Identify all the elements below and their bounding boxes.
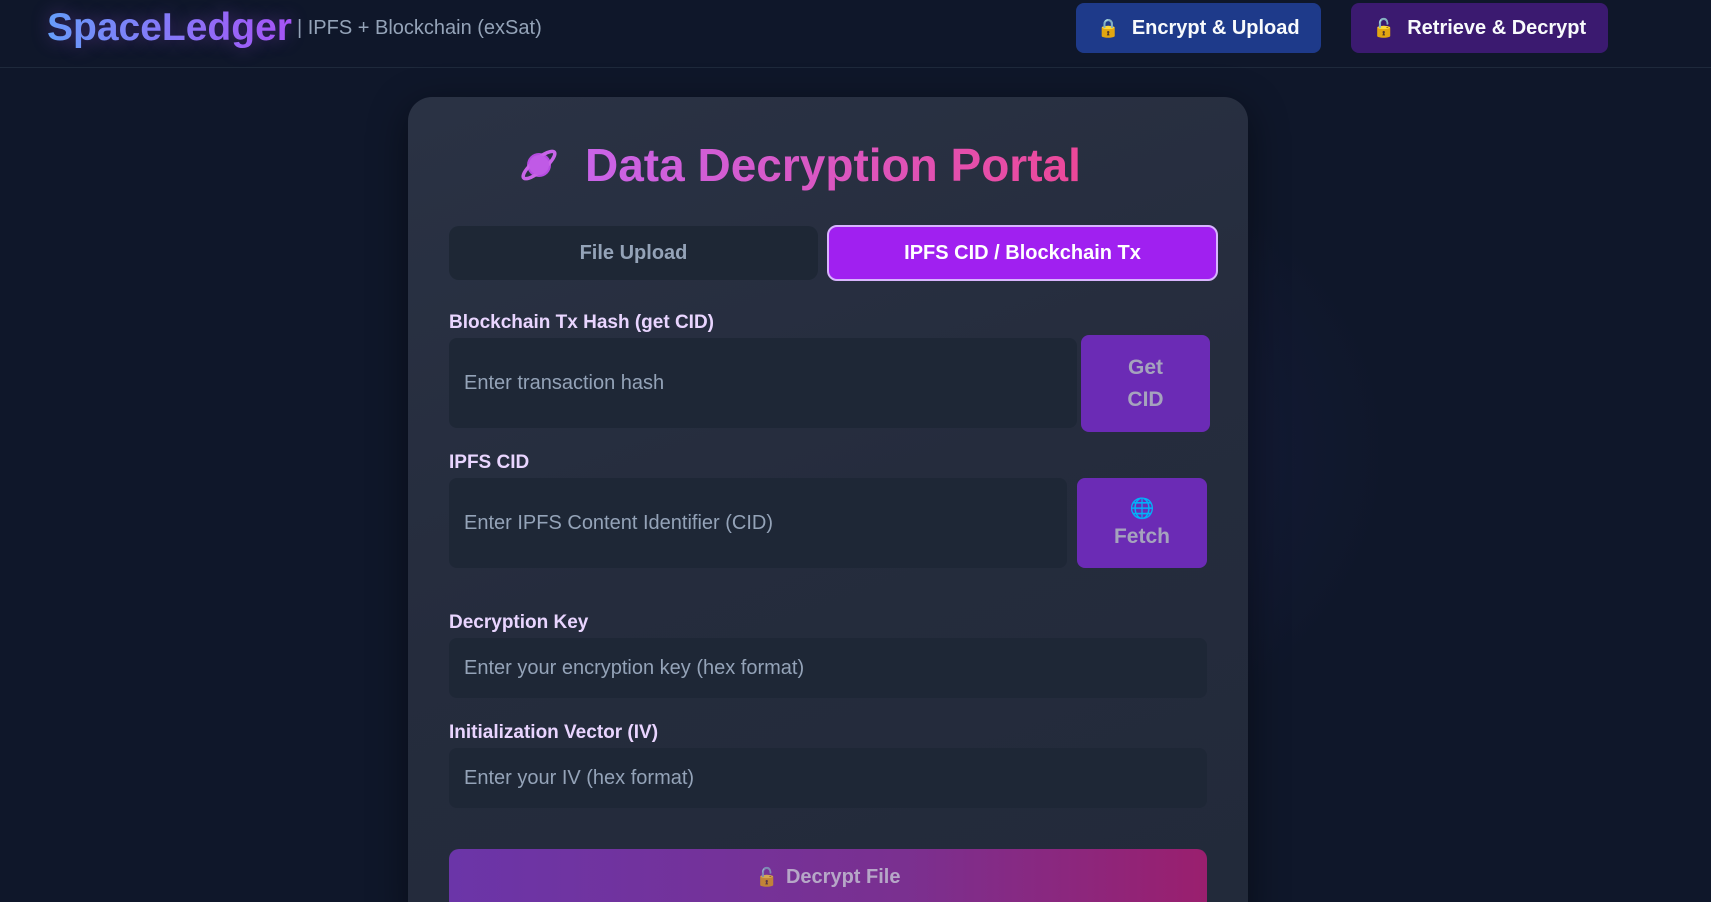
get-cid-label-line1: Get bbox=[1127, 355, 1163, 379]
decrypt-file-label: Decrypt File bbox=[785, 865, 901, 888]
fetch-label: Fetch bbox=[1113, 525, 1170, 548]
iv-input[interactable] bbox=[449, 748, 1207, 808]
decrypt-file-button[interactable]: 🔓 Decrypt File bbox=[449, 849, 1207, 902]
encrypt-upload-nav-button[interactable]: 🔒 Encrypt & Upload bbox=[1076, 3, 1321, 53]
tab-ipfs-cid-blockchain-tx[interactable]: IPFS CID / Blockchain Tx bbox=[827, 225, 1218, 281]
iv-label: Initialization Vector (IV) bbox=[449, 722, 659, 743]
brand-logo[interactable]: SpaceLedger bbox=[47, 5, 292, 51]
decryption-key-label: Decryption Key bbox=[449, 612, 589, 633]
globe-icon: 🌐 bbox=[1129, 498, 1155, 520]
get-cid-button[interactable]: Get CID bbox=[1081, 335, 1210, 432]
tx-hash-label: Blockchain Tx Hash (get CID) bbox=[449, 312, 714, 333]
tx-hash-input[interactable] bbox=[449, 338, 1077, 428]
lock-icon: 🔒 bbox=[1097, 17, 1120, 38]
page-title: Data Decryption Portal bbox=[585, 139, 1081, 191]
fetch-button[interactable]: 🌐 Fetch bbox=[1077, 478, 1207, 568]
get-cid-label-line2: CID bbox=[1127, 387, 1164, 411]
planet-icon bbox=[521, 149, 557, 181]
unlock-icon: 🔓 bbox=[1372, 17, 1396, 38]
retrieve-decrypt-nav-button[interactable]: 🔓 Retrieve & Decrypt bbox=[1351, 3, 1608, 53]
ipfs-cid-input[interactable] bbox=[449, 478, 1067, 568]
brand-subtitle: | IPFS + Blockchain (exSat) bbox=[297, 17, 542, 39]
tab-file-upload[interactable]: File Upload bbox=[449, 226, 818, 280]
top-header: SpaceLedger | IPFS + Blockchain (exSat) … bbox=[0, 0, 1711, 68]
retrieve-decrypt-label: Retrieve & Decrypt bbox=[1407, 16, 1587, 39]
decryption-key-input[interactable] bbox=[449, 638, 1207, 698]
unlock-icon: 🔓 bbox=[755, 866, 778, 887]
encrypt-upload-label: Encrypt & Upload bbox=[1131, 16, 1300, 39]
ipfs-cid-label: IPFS CID bbox=[449, 452, 530, 473]
